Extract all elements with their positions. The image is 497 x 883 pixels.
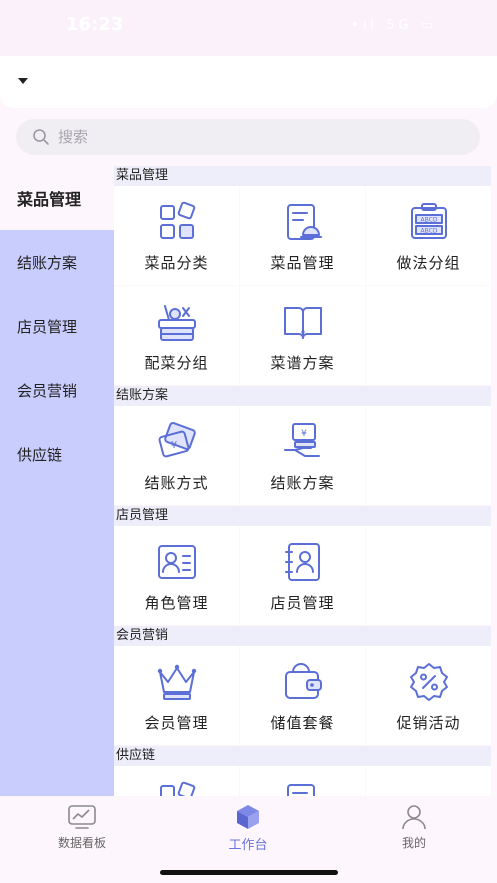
tab-mine[interactable]: 我的 bbox=[354, 802, 474, 851]
section-title: 结账方案 bbox=[114, 386, 491, 406]
section-grid bbox=[114, 766, 491, 796]
tab-data-board[interactable]: 数据看板 bbox=[22, 802, 142, 851]
grid-empty-cell bbox=[366, 766, 491, 796]
grid-item-role-management[interactable]: 角色管理 bbox=[114, 526, 239, 625]
crown-icon bbox=[157, 664, 196, 700]
tab-label: 工作台 bbox=[228, 838, 268, 853]
grid-empty-cell bbox=[366, 286, 491, 385]
grid-empty-cell bbox=[366, 406, 491, 505]
grid-item-supply-list[interactable] bbox=[240, 766, 365, 796]
grid-item-label: 店员管理 bbox=[270, 594, 335, 612]
section-title: 店员管理 bbox=[114, 506, 491, 526]
grid-item-method-group[interactable]: ABCD ABCD 做法分组 bbox=[366, 186, 491, 285]
grid-item-member-management[interactable]: 会员管理 bbox=[114, 646, 239, 745]
search-icon bbox=[33, 129, 49, 145]
sidebar-item-staff-management[interactable]: 店员管理 bbox=[0, 294, 114, 358]
staff-book-icon bbox=[284, 543, 320, 581]
id-card-icon bbox=[157, 545, 196, 579]
dish-list-icon bbox=[286, 204, 322, 240]
tab-label: 数据看板 bbox=[57, 836, 106, 850]
grid-item-staff-management[interactable]: 店员管理 bbox=[240, 526, 365, 625]
search-input[interactable] bbox=[58, 128, 438, 146]
grid-item-label: 促销活动 bbox=[396, 714, 461, 732]
grid-item-supply-category[interactable] bbox=[114, 766, 239, 796]
grid-item-checkout-plan[interactable]: ¥ 结账方案 bbox=[240, 406, 365, 505]
sidebar-item-supply-chain[interactable]: 供应链 bbox=[0, 422, 114, 486]
grid-item-recipe-plan[interactable]: 菜谱方案 bbox=[240, 286, 365, 385]
search-bar[interactable] bbox=[16, 119, 480, 155]
section-grid: 会员管理 储值套餐 促销活动 bbox=[114, 646, 491, 746]
grid-item-stored-value-package[interactable]: 储值套餐 bbox=[240, 646, 365, 745]
section-grid: 角色管理 店员管理 bbox=[114, 526, 491, 626]
grid-item-label: 做法分组 bbox=[396, 254, 461, 272]
section-grid: ¥ 结账方式 ¥ 结账方案 bbox=[114, 406, 491, 506]
top-bar bbox=[0, 56, 497, 108]
function-grid-panel: 菜品管理 菜品分类 菜品管理 ABCD ABCD 做法分组 配菜分组 菜谱方案 … bbox=[114, 166, 491, 796]
section-title: 会员营销 bbox=[114, 626, 491, 646]
tab-workbench[interactable]: 工作台 bbox=[188, 802, 308, 853]
grid-item-label: 角色管理 bbox=[144, 594, 209, 612]
home-indicator bbox=[160, 870, 338, 875]
status-bar: 16:23 •ıl 5G ▭ bbox=[0, 0, 497, 56]
grid-item-label: 配菜分组 bbox=[144, 354, 209, 372]
chart-board-icon bbox=[68, 805, 96, 829]
category-icon bbox=[159, 201, 195, 239]
section-grid: 菜品分类 菜品管理 ABCD ABCD 做法分组 配菜分组 菜谱方案 bbox=[114, 186, 491, 386]
wallet-icon bbox=[284, 663, 322, 699]
dish-list-icon bbox=[286, 784, 315, 796]
abcd-board-icon: ABCD ABCD bbox=[410, 203, 447, 239]
status-icons: •ıl 5G ▭ bbox=[351, 18, 437, 33]
tab-label: 我的 bbox=[401, 836, 426, 850]
workbench-cube-icon bbox=[237, 805, 259, 829]
grid-item-label: 结账方案 bbox=[270, 474, 335, 492]
svg-text:¥: ¥ bbox=[170, 440, 176, 451]
section-title: 供应链 bbox=[114, 746, 491, 766]
user-icon bbox=[402, 805, 426, 830]
discount-badge-icon bbox=[409, 663, 448, 701]
sidebar-item-member-marketing[interactable]: 会员营销 bbox=[0, 358, 114, 422]
svg-text:¥: ¥ bbox=[301, 429, 307, 439]
grid-item-dish-management[interactable]: 菜品管理 bbox=[240, 186, 365, 285]
grid-item-label: 会员管理 bbox=[144, 714, 209, 732]
grid-item-promotion[interactable]: 促销活动 bbox=[366, 646, 491, 745]
svg-text:ABCD: ABCD bbox=[420, 228, 437, 235]
grid-item-dish-category[interactable]: 菜品分类 bbox=[114, 186, 239, 285]
category-sidebar: 菜品管理 结账方案 店员管理 会员营销 供应链 bbox=[0, 166, 114, 796]
store-dropdown-caret-icon[interactable] bbox=[18, 78, 28, 84]
category-icon bbox=[159, 781, 195, 796]
grid-item-payment-method[interactable]: ¥ 结账方式 bbox=[114, 406, 239, 505]
cash-hand-icon: ¥ bbox=[283, 423, 320, 457]
status-time: 16:23 bbox=[66, 14, 124, 35]
section-title: 菜品管理 bbox=[114, 166, 491, 186]
vegetable-basket-icon bbox=[157, 305, 196, 341]
grid-item-label: 菜谱方案 bbox=[270, 354, 335, 372]
sidebar-item-checkout-plan[interactable]: 结账方案 bbox=[0, 230, 114, 294]
sidebar-item-dish-management[interactable]: 菜品管理 bbox=[0, 166, 114, 230]
grid-item-side-dish-group[interactable]: 配菜分组 bbox=[114, 286, 239, 385]
grid-item-label: 菜品管理 bbox=[270, 254, 335, 272]
svg-text:ABCD: ABCD bbox=[420, 217, 437, 224]
payment-cards-icon: ¥ bbox=[158, 422, 196, 458]
grid-item-label: 结账方式 bbox=[144, 474, 209, 492]
recipe-book-icon bbox=[283, 307, 322, 339]
grid-item-label: 储值套餐 bbox=[270, 714, 335, 732]
grid-item-label: 菜品分类 bbox=[144, 254, 209, 272]
grid-empty-cell bbox=[366, 526, 491, 625]
